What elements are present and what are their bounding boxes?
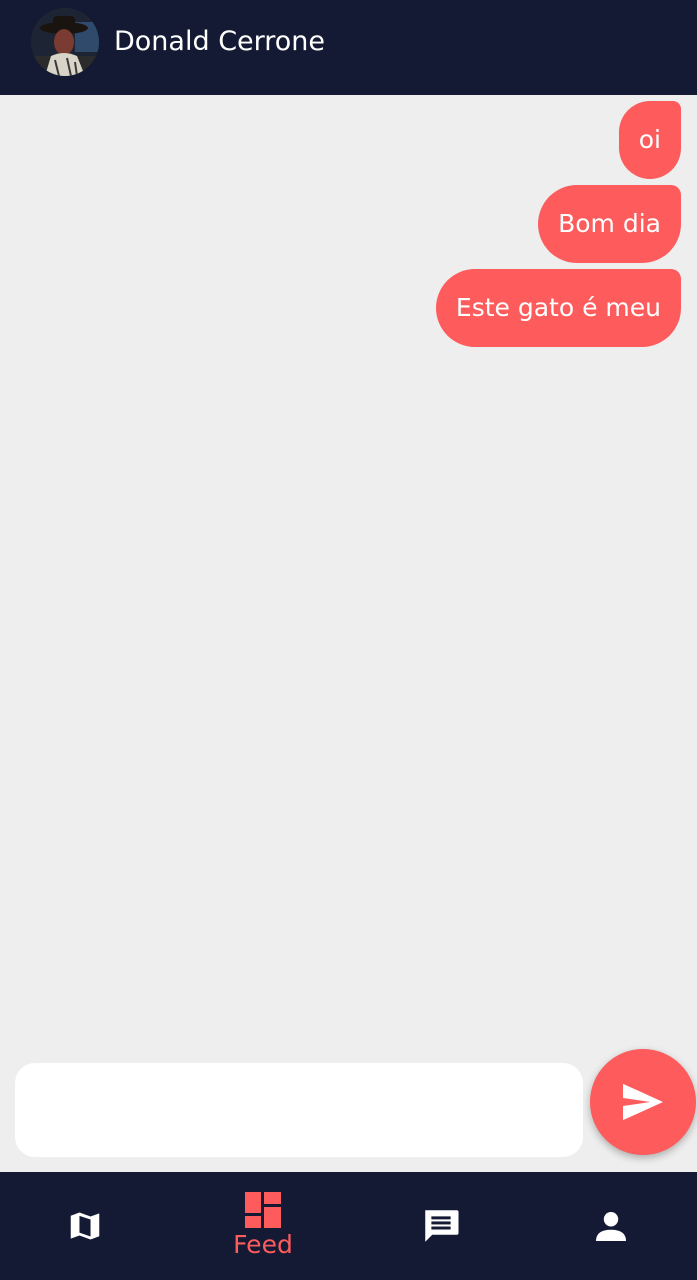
chat-header: Donald Cerrone bbox=[0, 0, 697, 95]
message-input[interactable] bbox=[15, 1063, 583, 1157]
map-icon bbox=[70, 1212, 100, 1240]
user-avatar-icon bbox=[31, 8, 99, 76]
nav-label-feed: Feed bbox=[233, 1230, 293, 1259]
feed-icon bbox=[245, 1192, 281, 1228]
nav-item-map[interactable] bbox=[25, 1172, 145, 1280]
chat-screen: Donald Cerrone oi Bom dia Este gato é me… bbox=[0, 0, 697, 1280]
nav-item-feed[interactable]: Feed bbox=[203, 1172, 323, 1280]
person-icon bbox=[596, 1212, 626, 1241]
message-list: oi Bom dia Este gato é meu bbox=[0, 95, 697, 1045]
message-bubble[interactable]: Este gato é meu bbox=[435, 269, 681, 347]
contact-name: Donald Cerrone bbox=[114, 26, 326, 57]
nav-item-profile[interactable] bbox=[551, 1172, 671, 1280]
bottom-navigation: Feed bbox=[0, 1172, 697, 1280]
message-bubble[interactable]: Bom dia bbox=[538, 185, 681, 263]
message-bubble[interactable]: oi bbox=[618, 101, 681, 179]
send-icon bbox=[623, 1083, 663, 1121]
send-button[interactable] bbox=[590, 1049, 696, 1155]
chat-icon bbox=[425, 1210, 459, 1242]
nav-item-chat[interactable] bbox=[381, 1172, 501, 1280]
contact-avatar[interactable] bbox=[31, 8, 99, 76]
